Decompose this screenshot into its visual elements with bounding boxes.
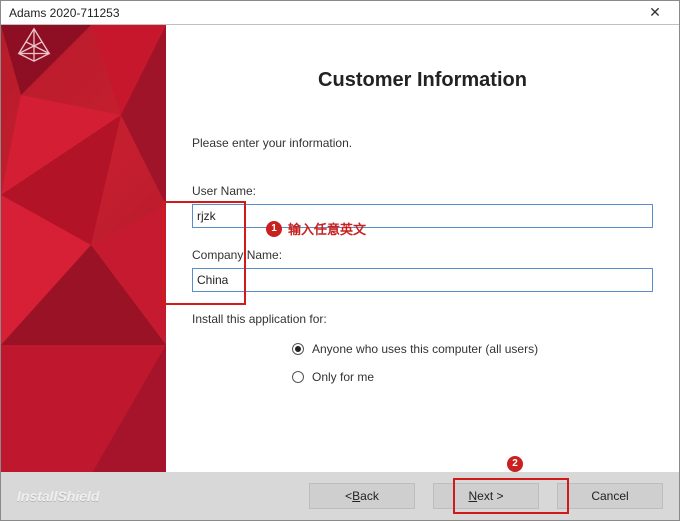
footer-bar: InstallShield < Back Next > Cancel 2 [1,472,679,520]
logo-icon [15,25,53,63]
radio-me-label: Only for me [312,370,374,384]
company-label: Company Name: [192,248,653,262]
back-button-mnemonic: B [352,489,360,503]
titlebar: Adams 2020-711253 ✕ [1,1,679,25]
instruction-text: Please enter your information. [192,136,653,150]
company-input[interactable] [192,268,653,292]
back-button-pre: < [345,489,352,503]
username-input[interactable] [192,204,653,228]
sidebar-banner [1,25,166,472]
back-button-post: ack [360,489,379,503]
next-button-mnemonic: N [468,489,477,503]
close-icon[interactable]: ✕ [637,4,673,21]
company-field-block: Company Name: [192,248,653,292]
page-title: Customer Information [192,69,653,92]
triangle-pattern-icon [1,25,166,472]
next-button[interactable]: Next > [433,483,539,509]
radio-only-me[interactable]: Only for me [292,370,653,384]
radio-all-users[interactable]: Anyone who uses this computer (all users… [292,342,653,356]
main-panel: Customer Information Please enter your i… [166,25,679,472]
window-title: Adams 2020-711253 [9,6,120,20]
install-for-label: Install this application for: [192,312,653,326]
radio-all-label: Anyone who uses this computer (all users… [312,342,538,356]
cancel-button[interactable]: Cancel [557,483,663,509]
installer-window: Adams 2020-711253 ✕ [0,0,680,521]
username-field-block: User Name: [192,184,653,228]
radio-icon [292,343,304,355]
back-button[interactable]: < Back [309,483,415,509]
username-label: User Name: [192,184,653,198]
install-for-group: Install this application for: Anyone who… [192,312,653,384]
window-body: Customer Information Please enter your i… [1,25,679,472]
radio-icon [292,371,304,383]
next-button-post: ext > [477,489,503,503]
installshield-brand: InstallShield [17,488,99,504]
